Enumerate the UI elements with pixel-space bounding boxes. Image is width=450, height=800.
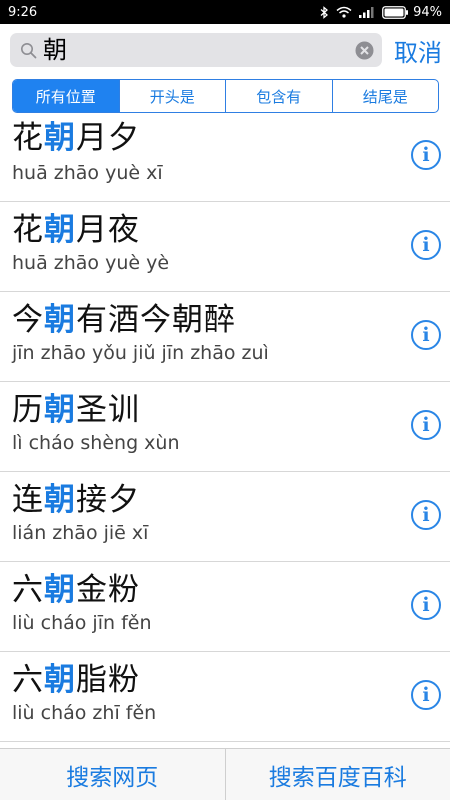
result-word: 花朝月夕 bbox=[12, 118, 140, 158]
bluetooth-icon bbox=[320, 5, 329, 19]
battery: 94% bbox=[382, 5, 442, 20]
battery-icon bbox=[382, 5, 409, 19]
bottom-toolbar: 搜索网页 搜索百度百科 bbox=[0, 748, 450, 800]
wifi-icon bbox=[336, 6, 352, 18]
word-suffix: 圣训 bbox=[76, 392, 140, 428]
info-icon[interactable]: i bbox=[411, 680, 441, 710]
word-prefix: 花 bbox=[12, 212, 44, 248]
segment-contains[interactable]: 包含有 bbox=[225, 80, 332, 112]
clear-icon[interactable] bbox=[355, 41, 374, 60]
word-suffix: 有酒今朝醉 bbox=[76, 302, 236, 338]
signal-icon bbox=[359, 7, 374, 18]
result-row[interactable]: 花朝月夕 huā zhāo yuè xī i bbox=[0, 118, 450, 202]
search-web-button[interactable]: 搜索网页 bbox=[0, 749, 225, 800]
word-prefix: 六 bbox=[12, 572, 44, 608]
info-icon[interactable]: i bbox=[411, 230, 441, 260]
battery-percent: 94% bbox=[413, 4, 442, 20]
result-row[interactable]: 今朝有酒今朝醉 jīn zhāo yǒu jiǔ jīn zhāo zuì i bbox=[0, 292, 450, 382]
word-suffix: 月夕 bbox=[76, 120, 140, 156]
info-icon[interactable]: i bbox=[411, 500, 441, 530]
result-pinyin: huā zhāo yuè xī bbox=[12, 162, 163, 184]
word-suffix: 接夕 bbox=[76, 482, 140, 518]
word-prefix: 花 bbox=[12, 120, 44, 156]
status-time: 9:26 bbox=[8, 4, 38, 20]
word-prefix: 历 bbox=[12, 392, 44, 428]
result-pinyin: jīn zhāo yǒu jiǔ jīn zhāo zuì bbox=[12, 342, 269, 364]
word-highlight: 朝 bbox=[44, 120, 76, 156]
search-baidu-baike-button[interactable]: 搜索百度百科 bbox=[224, 749, 450, 800]
word-highlight: 朝 bbox=[44, 662, 76, 698]
info-icon[interactable]: i bbox=[411, 140, 441, 170]
word-prefix: 今 bbox=[12, 302, 44, 338]
info-icon[interactable]: i bbox=[411, 320, 441, 350]
position-filter-segmented-control: 所有位置 开头是 包含有 结尾是 bbox=[12, 79, 439, 113]
result-pinyin: huā zhāo yuè yè bbox=[12, 252, 170, 274]
status-bar: 9:26 94% bbox=[0, 0, 450, 24]
word-suffix: 金粉 bbox=[76, 572, 140, 608]
result-row[interactable]: 连朝接夕 lián zhāo jiē xī i bbox=[0, 472, 450, 562]
cancel-button[interactable]: 取消 bbox=[394, 33, 442, 68]
word-prefix: 连 bbox=[12, 482, 44, 518]
result-row[interactable]: 历朝圣训 lì cháo shèng xùn i bbox=[0, 382, 450, 472]
search-input[interactable]: 朝 bbox=[43, 33, 355, 67]
result-pinyin: lián zhāo jiē xī bbox=[12, 522, 149, 544]
segment-starts-with[interactable]: 开头是 bbox=[118, 80, 226, 112]
result-pinyin: lì cháo shèng xùn bbox=[12, 432, 180, 454]
result-row[interactable]: 花朝月夜 huā zhāo yuè yè i bbox=[0, 202, 450, 292]
word-highlight: 朝 bbox=[44, 482, 76, 518]
segment-all-positions[interactable]: 所有位置 bbox=[13, 80, 119, 112]
result-word: 今朝有酒今朝醉 bbox=[12, 300, 236, 340]
result-word: 连朝接夕 bbox=[12, 480, 140, 520]
result-row[interactable]: 六朝金粉 liù cháo jīn fěn i bbox=[0, 562, 450, 652]
result-word: 历朝圣训 bbox=[12, 390, 140, 430]
word-highlight: 朝 bbox=[44, 212, 76, 248]
result-word: 六朝金粉 bbox=[12, 570, 140, 610]
search-icon bbox=[21, 42, 37, 58]
status-icons: 94% bbox=[320, 5, 442, 20]
word-prefix: 六 bbox=[12, 662, 44, 698]
word-highlight: 朝 bbox=[44, 302, 76, 338]
info-icon[interactable]: i bbox=[411, 410, 441, 440]
result-word: 花朝月夜 bbox=[12, 210, 140, 250]
word-suffix: 月夜 bbox=[76, 212, 140, 248]
search-box[interactable]: 朝 bbox=[10, 33, 382, 67]
word-suffix: 脂粉 bbox=[76, 662, 140, 698]
result-word: 六朝脂粉 bbox=[12, 660, 140, 700]
result-pinyin: liù cháo zhī fěn bbox=[12, 702, 157, 724]
segment-ends-with[interactable]: 结尾是 bbox=[331, 80, 439, 112]
result-row[interactable]: 六朝脂粉 liù cháo zhī fěn i bbox=[0, 652, 450, 742]
word-highlight: 朝 bbox=[44, 392, 76, 428]
word-highlight: 朝 bbox=[44, 572, 76, 608]
info-icon[interactable]: i bbox=[411, 590, 441, 620]
results-list: 花朝月夕 huā zhāo yuè xī i 花朝月夜 huā zhāo yuè… bbox=[0, 118, 450, 748]
result-pinyin: liù cháo jīn fěn bbox=[12, 612, 152, 634]
search-row: 朝 取消 bbox=[0, 24, 450, 76]
